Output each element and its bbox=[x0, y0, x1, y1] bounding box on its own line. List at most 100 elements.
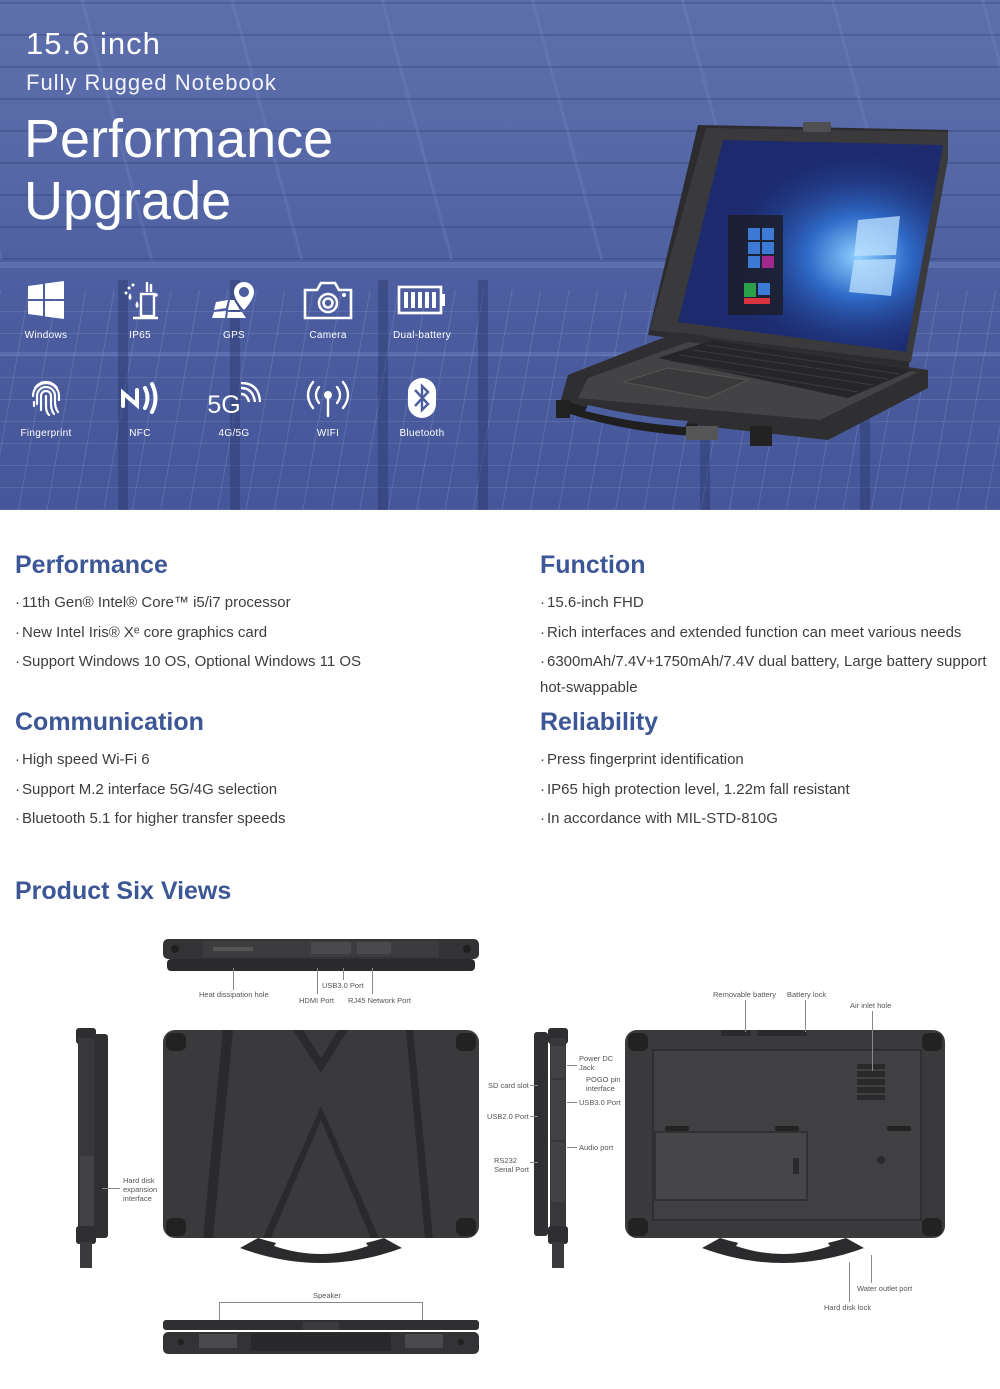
screen-size-heading: 15.6 inch bbox=[26, 26, 161, 61]
front-view-image bbox=[163, 1320, 479, 1356]
bullet: · bbox=[540, 751, 545, 768]
label-pogo-pin: POGO pin interface bbox=[586, 1075, 621, 1093]
wifi-icon bbox=[283, 374, 373, 422]
bullet: · bbox=[15, 780, 20, 798]
list-item: · New Intel Iris® Xᵉ core graphics card bbox=[15, 623, 361, 653]
list-item: · Support M.2 interface 5G/4G selection bbox=[15, 780, 286, 810]
right-side-view-image bbox=[534, 1028, 570, 1270]
callout-line bbox=[372, 968, 373, 994]
feature-gps: GPS bbox=[189, 276, 279, 341]
feature-label: Dual-battery bbox=[392, 330, 452, 341]
label-hdmi: HDMI Port bbox=[299, 996, 335, 1005]
battery-icon bbox=[377, 276, 467, 324]
background-post bbox=[478, 280, 488, 510]
reliability-list: · Press fingerprint identification · IP65 … bbox=[540, 750, 850, 839]
list-item-text: Support M.2 interface 5G/4G selection bbox=[22, 780, 278, 798]
function-list: · 15.6-inch FHD · Rich interfaces and exte… bbox=[540, 593, 990, 705]
list-item-text: 15.6-inch FHD bbox=[547, 594, 644, 611]
feature-label: WIFI bbox=[316, 428, 340, 439]
bullet: · bbox=[540, 594, 545, 611]
laptop-product-image bbox=[528, 120, 953, 460]
feature-label: GPS bbox=[222, 330, 246, 341]
list-item-text: Support Windows 10 OS, Optional Windows … bbox=[22, 653, 362, 670]
bullet: · bbox=[15, 751, 20, 768]
label-audio-port: Audio port bbox=[579, 1143, 614, 1152]
callout-line bbox=[317, 968, 318, 994]
label-removable-battery: Removable battery bbox=[713, 990, 776, 999]
label-water-outlet: Water outlet port bbox=[857, 1284, 913, 1293]
callout-line bbox=[849, 1262, 850, 1302]
product-type-subheading: Fully Rugged Notebook bbox=[26, 70, 277, 95]
feature-fingerprint: Fingerprint bbox=[1, 374, 91, 439]
section-title-function: Function bbox=[540, 551, 646, 579]
list-item: · In accordance with MIL-STD-810G bbox=[540, 809, 850, 839]
feature-wifi: WIFI bbox=[283, 374, 373, 439]
list-item-text: 11th Gen® Intel® Core™ i5/i7 processor bbox=[22, 594, 291, 611]
list-item: · 6300mAh/7.4V+1750mAh/7.4V dual battery,… bbox=[540, 649, 990, 701]
feature-bluetooth: Bluetooth bbox=[377, 374, 467, 439]
bullet: · bbox=[540, 780, 545, 798]
callout-line bbox=[343, 968, 344, 980]
gps-icon bbox=[189, 276, 279, 324]
section-title-communication: Communication bbox=[15, 708, 204, 736]
hero-title: Performance Upgrade bbox=[24, 108, 333, 232]
feature-nfc: NFC bbox=[95, 374, 185, 439]
feature-label: IP65 bbox=[129, 330, 151, 341]
label-hdd-expansion: Hard disk expansion interface bbox=[123, 1176, 158, 1203]
feature-windows: Windows bbox=[1, 276, 91, 341]
bullet: · bbox=[15, 810, 20, 827]
list-item-text: High speed Wi-Fi 6 bbox=[22, 751, 150, 768]
bottom-view-image bbox=[625, 1030, 945, 1270]
label-hdd-lock: Hard disk lock bbox=[824, 1303, 872, 1312]
callout-line bbox=[567, 1147, 577, 1148]
performance-list: · 11th Gen® Intel® Core™ i5/i7 processor … bbox=[15, 593, 361, 682]
list-item: · High speed Wi-Fi 6 bbox=[15, 750, 286, 780]
bullet: · bbox=[540, 653, 545, 670]
bullet: · bbox=[15, 653, 20, 670]
label-rj45: RJ45 Network Port bbox=[348, 996, 411, 1005]
top-lid-view-image bbox=[163, 1030, 479, 1270]
section-title-reliability: Reliability bbox=[540, 708, 659, 736]
feature-label: 4G/5G bbox=[218, 428, 250, 439]
label-power-dc: Power DC Jack bbox=[579, 1054, 614, 1072]
label-usb3-side: USB3.0 Port bbox=[579, 1098, 621, 1107]
bluetooth-icon bbox=[377, 374, 467, 422]
label-rs232: RS232 Serial Port bbox=[494, 1156, 530, 1174]
label-battery-lock: Battery lock bbox=[787, 990, 827, 999]
feature-4g-5g: 5G 4G/5G bbox=[189, 374, 279, 439]
rear-view-image bbox=[163, 937, 479, 973]
callout-line bbox=[567, 1065, 577, 1066]
communication-list: · High speed Wi-Fi 6 · Support M.2 interfa… bbox=[15, 750, 286, 839]
list-item: · Support Windows 10 OS, Optional Windows… bbox=[15, 652, 361, 682]
ip65-icon bbox=[95, 276, 185, 324]
nfc-icon bbox=[95, 374, 185, 422]
list-item-text: Bluetooth 5.1 for higher transfer speeds bbox=[22, 810, 286, 827]
label-usb2: USB2.0 Port bbox=[487, 1112, 529, 1121]
callout-line bbox=[871, 1255, 872, 1283]
list-item-text: Rich interfaces and extended function ca… bbox=[547, 623, 962, 641]
list-item-text: Press fingerprint identification bbox=[547, 751, 744, 768]
label-sd-card: SD card slot bbox=[488, 1081, 529, 1090]
5g-glyph: 5G bbox=[207, 390, 241, 419]
list-item-text: 6300mAh/7.4V+1750mAh/7.4V dual battery, … bbox=[540, 653, 987, 696]
hero-title-line1: Performance bbox=[24, 109, 334, 169]
callout-line bbox=[233, 968, 234, 990]
product-views-title: Product Six Views bbox=[15, 877, 232, 905]
callout-line bbox=[219, 1302, 423, 1303]
feature-label: NFC bbox=[129, 428, 151, 439]
list-item: · Bluetooth 5.1 for higher transfer speed… bbox=[15, 809, 286, 839]
label-heat-dissipation: Heat dissipation hole bbox=[199, 990, 269, 999]
feature-label: Camera bbox=[309, 330, 347, 341]
list-item-text: New Intel Iris® Xᵉ core graphics card bbox=[22, 623, 268, 641]
feature-camera: Camera bbox=[283, 276, 373, 341]
feature-dual-battery: Dual-battery bbox=[377, 276, 467, 341]
callout-line bbox=[567, 1102, 577, 1103]
label-speaker: Speaker bbox=[313, 1291, 341, 1300]
bullet: · bbox=[540, 810, 545, 827]
bullet: · bbox=[540, 623, 545, 641]
callout-line bbox=[530, 1116, 538, 1117]
list-item: · Press fingerprint identification bbox=[540, 750, 850, 780]
callout-line bbox=[530, 1162, 538, 1163]
list-item: · IP65 high protection level, 1.22m fall … bbox=[540, 780, 850, 810]
feature-label: Windows bbox=[24, 330, 68, 341]
